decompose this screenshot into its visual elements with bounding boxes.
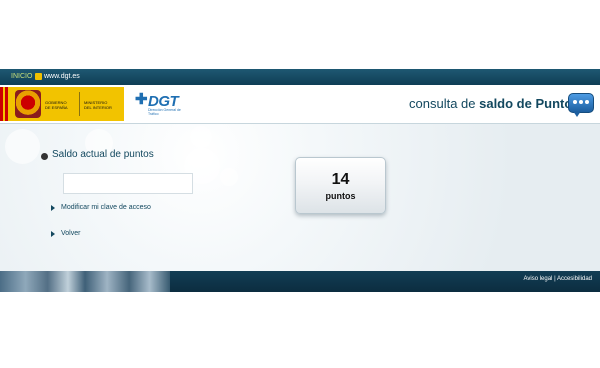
page-title: consulta de saldo de Puntos [409,96,580,111]
coat-of-arms-icon [15,90,41,118]
modify-password-link[interactable]: Modificar mi clave de acceso [61,204,151,211]
dgt-cross-icon: ✚ [135,91,148,108]
triangle-right-icon [51,205,55,211]
accessibility-link[interactable]: Accesibilidad [557,276,592,282]
back-link[interactable]: Volver [61,230,80,237]
section-title: Saldo actual de puntos [52,149,154,160]
chat-icon [568,93,594,117]
ministry-label: MINISTERIO DEL INTERIOR [84,100,112,110]
dgt-subtitle: Dirección General de Tráfico [148,108,181,116]
background-bubble [5,129,40,164]
footer-photo-strip [0,271,170,292]
arrow-right-icon [35,73,42,80]
points-label: puntos [325,191,356,201]
background-bubble [190,126,212,148]
inicio-link[interactable]: INICIO [11,73,32,80]
legal-link[interactable]: Aviso legal [523,276,552,282]
government-divider [79,92,80,116]
bullet-icon [41,153,48,160]
footer-links: Aviso legal | Accesibilidad [523,276,592,282]
points-value: 14 [331,171,350,188]
background-bubble [220,168,238,186]
points-info-field[interactable] [63,173,193,194]
government-label: GOBIERNO DE ESPAÑA [45,100,68,110]
points-balance-card: 14 puntos [295,157,386,214]
triangle-right-icon [51,231,55,237]
dgt-site-link[interactable]: www.dgt.es [44,73,80,80]
spain-flag-icon [0,87,8,121]
top-navigation-bar: INICIO www.dgt.es [0,69,600,85]
